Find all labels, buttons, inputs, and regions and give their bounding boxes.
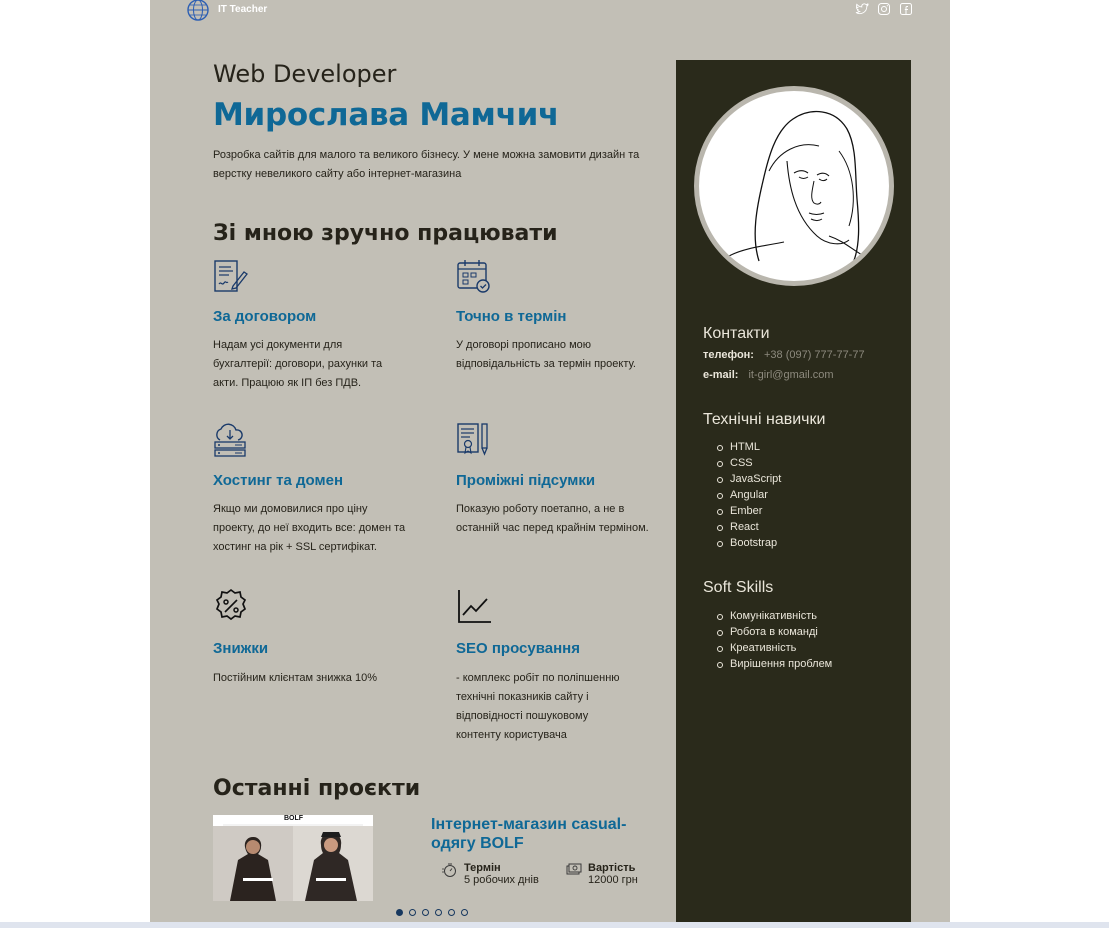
calendar-icon [457,260,490,293]
feature-deadline: Точно в термін У договорі прописано мою … [456,258,656,370]
feature-title: Проміжні підсумки [456,472,596,489]
skill-item: Angular [716,487,781,503]
skill-item: React [716,519,781,535]
job-title: Web Developer [213,60,397,88]
project-photo [213,815,373,901]
carousel-dot[interactable] [461,909,468,916]
cloud-server-icon [214,423,246,457]
skill-item: HTML [716,439,781,455]
feature-contract: За договором Надам усі документи для бух… [213,258,413,389]
project-title[interactable]: Інтернет-магазин casual-одягу BOLF [431,815,651,853]
portrait-line-art [728,110,865,268]
price-label: Вартість [588,862,636,874]
brand-name[interactable]: IT Teacher [218,4,267,15]
feature-hosting: Хостинг та домен Якщо ми домовилися про … [213,422,413,553]
feature-text: У договорі прописано мою відповідальніст… [456,339,636,370]
certificate-icon [457,423,488,456]
carousel-dot[interactable] [422,909,429,916]
project-logo: BOLF [284,815,304,822]
price-value: 12000 грн [588,874,638,886]
feature-seo: SEO просування - комплекс робіт по поліп… [456,588,656,741]
skill-item: CSS [716,455,781,471]
feature-text: Надам усі документи для бухгалтерії: дог… [213,339,383,389]
carousel-dot[interactable] [435,909,442,916]
money-icon [566,863,582,875]
term-value: 5 робочих днів [464,874,539,886]
intro-text: Розробка сайтів для малого та великого б… [213,149,640,180]
project-term: Термін 5 робочих днів [442,862,539,886]
features-heading: Зі мною зручно працювати [213,221,558,246]
feature-progress: Проміжні підсумки Показую роботу поетапн… [456,422,656,534]
carousel-dot[interactable] [396,909,403,916]
phone-row: телефон: +38 (097) 777-77-77 [703,349,865,361]
skill-item: Робота в команді [716,624,832,640]
avatar [694,86,894,286]
email-value[interactable]: it-girl@gmail.com [748,369,833,381]
chart-icon [458,590,491,623]
page: IT Teacher Web Developer Мирослава Мамчи… [150,0,950,928]
carousel-pagination [396,909,468,916]
feature-title: Хостинг та домен [213,472,343,489]
feature-title: SEO просування [456,640,580,657]
feature-title: За договором [213,308,317,325]
feature-title: Точно в термін [456,308,567,325]
skill-item: Ember [716,503,781,519]
skill-item: Креативність [716,640,832,656]
tech-skills-list: HTML CSS JavaScript Angular Ember React Bootst… [716,439,782,551]
stopwatch-icon [442,863,456,877]
contacts-heading: Контакти [703,325,770,342]
skill-item: Вирішення проблем [716,658,833,670]
email-label: e-mail: [703,369,739,381]
feature-text: Якщо ми домовилися про ціну проекту, до … [213,503,406,553]
phone-label: телефон: [703,349,754,361]
twitter-icon[interactable] [855,2,869,16]
contract-icon [214,260,248,292]
skill-item: Комунікативність [716,608,832,624]
person-name: Мирослава Мамчич [213,97,559,133]
project-price: Вартість 12000 грн [566,862,638,886]
skill-item: JavaScript [716,473,782,485]
carousel-dot[interactable] [409,909,416,916]
term-label: Термін [464,862,501,874]
sidebar: Контакти телефон: +38 (097) 777-77-77 e-m… [676,60,911,928]
browser-bottom-bar [0,922,1109,928]
projects-heading: Останні проєкти [213,776,421,801]
feature-text: - комплекс робіт по поліпшенню технічні … [456,672,620,741]
discount-icon [215,588,247,621]
feature-text: Показую роботу поетапно, а не в останній… [456,503,649,534]
feature-title: Знижки [213,640,269,657]
email-row: e-mail: it-girl@gmail.com [703,369,834,381]
facebook-icon[interactable] [899,2,913,16]
tech-skills-heading: Технічні навички [703,411,826,428]
soft-skills-list: Комунікативність Робота в команді Креативн… [716,608,833,672]
globe-logo-icon[interactable] [186,0,210,22]
soft-skills-heading: Soft Skills [703,579,774,596]
feature-text: Постійним клієнтам знижка 10% [213,672,377,684]
feature-discount: Знижки Постійним клієнтам знижка 10% [213,588,413,684]
carousel-dot[interactable] [448,909,455,916]
phone-value[interactable]: +38 (097) 777-77-77 [764,349,865,361]
instagram-icon[interactable] [877,2,891,16]
skill-item: Bootstrap [716,535,781,551]
project-thumbnail[interactable]: BOLF [213,815,373,901]
